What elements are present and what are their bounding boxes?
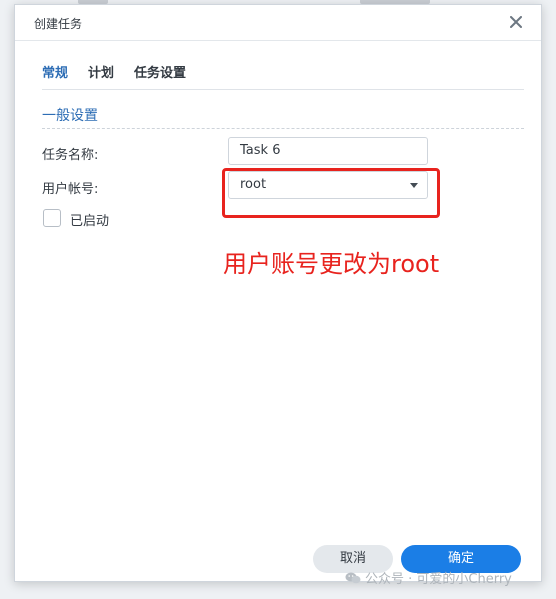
close-button[interactable] xyxy=(507,13,525,31)
enabled-label[interactable]: 已启动 xyxy=(70,210,109,229)
enabled-checkbox[interactable] xyxy=(43,209,61,227)
watermark-text: 公众号 · 可爱的小Cherry xyxy=(365,572,512,587)
create-task-dialog: 创建任务 常规 计划 任务设置 一般设置 任务名称: Task 6 用户帐号: … xyxy=(14,4,542,582)
watermark: 公众号 · 可爱的小Cherry xyxy=(345,568,512,587)
tab-task-settings[interactable]: 任务设置 xyxy=(134,62,186,81)
section-divider xyxy=(42,128,524,129)
tab-divider xyxy=(42,89,524,90)
annotation-highlight-box xyxy=(222,168,440,218)
tab-schedule[interactable]: 计划 xyxy=(88,62,114,81)
dialog-titlebar: 创建任务 xyxy=(15,5,541,41)
wechat-icon xyxy=(345,572,361,583)
section-title: 一般设置 xyxy=(42,108,98,124)
tab-bar: 常规 计划 任务设置 xyxy=(42,62,186,81)
close-icon xyxy=(510,16,522,28)
annotation-text: 用户账号更改为root xyxy=(223,250,440,278)
task-name-label: 任务名称: xyxy=(42,148,99,163)
task-name-input[interactable]: Task 6 xyxy=(228,137,428,165)
dialog-title: 创建任务 xyxy=(34,17,83,31)
tab-general[interactable]: 常规 xyxy=(42,62,68,81)
user-account-label: 用户帐号: xyxy=(42,182,99,197)
